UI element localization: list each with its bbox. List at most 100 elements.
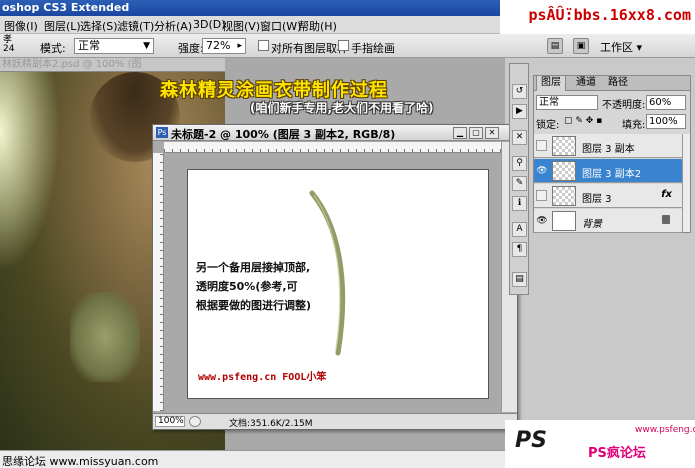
document-canvas[interactable]: 另一个备用层接掉顶部, 透明度50%(参考,可 根据要做的图进行调整) www.…	[187, 169, 489, 399]
sample-all-checkbox[interactable]	[258, 40, 269, 51]
menu-view[interactable]: 视图(V)	[222, 18, 260, 34]
logo-ps: PS	[515, 428, 547, 453]
brushes-palette-icon[interactable]: ▤	[547, 38, 563, 54]
visibility-toggle[interactable]	[536, 190, 547, 201]
tab-channels[interactable]: 通道	[572, 76, 600, 91]
lock-icons[interactable]: ▢ ✎ ✥ ▪	[564, 116, 602, 126]
character-icon[interactable]: A	[512, 222, 527, 237]
menu-analysis[interactable]: 分析(A)	[154, 18, 192, 34]
photo-light	[0, 72, 60, 272]
brush-size: 24	[3, 44, 15, 54]
menu-image[interactable]: 图像(I)	[4, 18, 38, 34]
chevron-down-icon: ▼	[143, 41, 150, 51]
zoom-field[interactable]: 100%	[155, 416, 185, 427]
info-icon[interactable]: ℹ	[512, 196, 527, 211]
actions-icon[interactable]: ▶	[512, 104, 527, 119]
layer-name: 图层 3	[582, 194, 612, 205]
footer-watermark: 思缘论坛 www.missyuan.com	[2, 455, 159, 468]
maximize-button[interactable]: ▢	[469, 127, 483, 139]
note-line: 透明度50%(参考,可	[196, 280, 298, 293]
photo-leaf-dress	[70, 292, 140, 382]
app-title: oshop CS3 Extended	[2, 1, 130, 14]
visibility-toggle[interactable]	[536, 140, 547, 151]
document-titlebar[interactable]: Ps 未标题-2 @ 100% (图层 3 副本2, RGB/8) ▁ ▢ ✕	[153, 125, 517, 141]
blend-mode-value: 正常	[539, 97, 559, 108]
brush-preset-picker[interactable]: 孝 24	[3, 36, 17, 54]
eye-icon[interactable]: 👁	[536, 215, 548, 227]
paragraph-icon[interactable]: ¶	[512, 242, 527, 257]
opacity-label: 不透明度:	[602, 100, 646, 111]
document-size[interactable]: 文档:351.6K/2.15M	[229, 416, 313, 429]
layer-name: 图层 3 副本2	[582, 169, 642, 180]
layer-row[interactable]: 👁 背景	[534, 209, 682, 233]
opacity-input[interactable]: 60%	[646, 95, 686, 110]
clone-source-icon[interactable]: ⚲	[512, 156, 527, 171]
layer-comps-icon[interactable]: ▤	[512, 272, 527, 287]
vertical-ruler[interactable]	[153, 153, 164, 411]
lock-label: 锁定:	[536, 120, 560, 131]
finger-paint-label: 手指绘画	[351, 42, 395, 55]
layer-row[interactable]: 图层 3 fx	[534, 184, 682, 208]
status-bar: 100% 文档:351.6K/2.15M	[153, 413, 517, 429]
strength-value: 72%	[206, 39, 231, 52]
workspace-button[interactable]: 工作区 ▾	[600, 39, 642, 55]
footer-bar: 思缘论坛 www.missyuan.com	[0, 450, 505, 468]
horizontal-ruler[interactable]	[164, 142, 501, 153]
layers-panel-tabs: 图层 通道 路径	[534, 76, 690, 91]
fill-value: 100%	[649, 116, 678, 127]
menu-help[interactable]: 帮助(H)	[298, 18, 337, 34]
eye-icon[interactable]: 👁	[536, 165, 548, 177]
menu-3d[interactable]: 3D(D)	[193, 18, 226, 31]
tab-paths[interactable]: 路径	[604, 76, 632, 91]
mode-value: 正常	[78, 39, 100, 52]
fx-icon[interactable]: fx	[661, 189, 672, 200]
strength-input[interactable]: 72% ▸	[202, 38, 246, 54]
fill-label: 填充:	[622, 120, 646, 131]
layer-row-selected[interactable]: 👁 图层 3 副本2	[534, 159, 682, 183]
menu-filter[interactable]: 滤镜(T)	[117, 18, 154, 34]
chevron-right-icon: ▸	[237, 41, 242, 51]
layers-panel: 图层 通道 路径 正常 不透明度: 60% 锁定: ▢ ✎ ✥ ▪ 填充: 10…	[533, 75, 691, 233]
status-icon[interactable]	[189, 416, 201, 427]
blend-mode-select[interactable]: 正常	[536, 95, 598, 110]
mode-select[interactable]: 正常 ▼	[74, 38, 154, 54]
lock-icon	[662, 215, 670, 224]
layer-thumbnail	[552, 186, 576, 206]
note-line: 另一个备用层接掉顶部,	[196, 261, 311, 274]
tool-presets-icon[interactable]: ✕	[512, 130, 527, 145]
lock-row: 锁定: ▢ ✎ ✥ ▪ 填充: 100%	[534, 113, 690, 131]
author-credit: www.psfeng.cn FOOL小笨	[198, 372, 327, 383]
fill-input[interactable]: 100%	[646, 114, 686, 129]
finger-paint-checkbox[interactable]	[338, 40, 349, 51]
note-line: 根据要做的图进行调整)	[196, 299, 312, 312]
menu-select[interactable]: 选择(S)	[80, 18, 118, 34]
logo-name: PS疯论坛	[588, 446, 646, 461]
minimize-button[interactable]: ▁	[453, 127, 467, 139]
tool-presets-icon[interactable]: ▣	[573, 38, 589, 54]
document-title: 未标题-2 @ 100% (图层 3 副本2, RGB/8)	[171, 128, 396, 141]
history-icon[interactable]: ↺	[512, 84, 527, 99]
layers-scrollbar[interactable]	[682, 134, 690, 232]
tab-layers[interactable]: 图层	[536, 76, 566, 91]
sample-all-label: 对所有图层取样	[271, 42, 348, 55]
brushes-icon[interactable]: ✎	[512, 176, 527, 191]
photoshop-doc-icon: Ps	[156, 127, 168, 138]
layer-thumbnail	[552, 136, 576, 156]
close-button[interactable]: ✕	[485, 127, 499, 139]
site-logo: PS www.psfeng.cn PS疯论坛	[505, 420, 695, 468]
tutorial-subtitle: (咱们新手专用,老大们不用看了哈)	[250, 101, 434, 115]
layer-thumbnail	[552, 211, 576, 231]
menu-window[interactable]: 窗口(W)	[260, 18, 301, 34]
blend-row: 正常 不透明度: 60%	[534, 93, 690, 112]
tool-options-bar: 孝 24 模式: 正常 ▼ 强度: 72% ▸ 对所有图层取样 手指绘画 ▤ ▣…	[0, 34, 695, 58]
opacity-value: 60%	[649, 97, 672, 108]
logo-url: www.psfeng.cn	[635, 425, 695, 435]
strength-label: 强度:	[178, 42, 204, 55]
menu-layer[interactable]: 图层(L)	[44, 18, 81, 34]
panel-icon-strip: ↺ ▶ ✕ ⚲ ✎ ℹ A ¶ ▤	[509, 63, 529, 295]
background-document-tab[interactable]: 林妖精副本2.psd @ 100% (图	[0, 58, 225, 72]
layer-thumbnail	[552, 161, 576, 181]
layer-name: 图层 3 副本	[582, 144, 635, 155]
mode-label: 模式:	[40, 42, 66, 55]
layer-row[interactable]: 图层 3 副本	[534, 134, 682, 158]
